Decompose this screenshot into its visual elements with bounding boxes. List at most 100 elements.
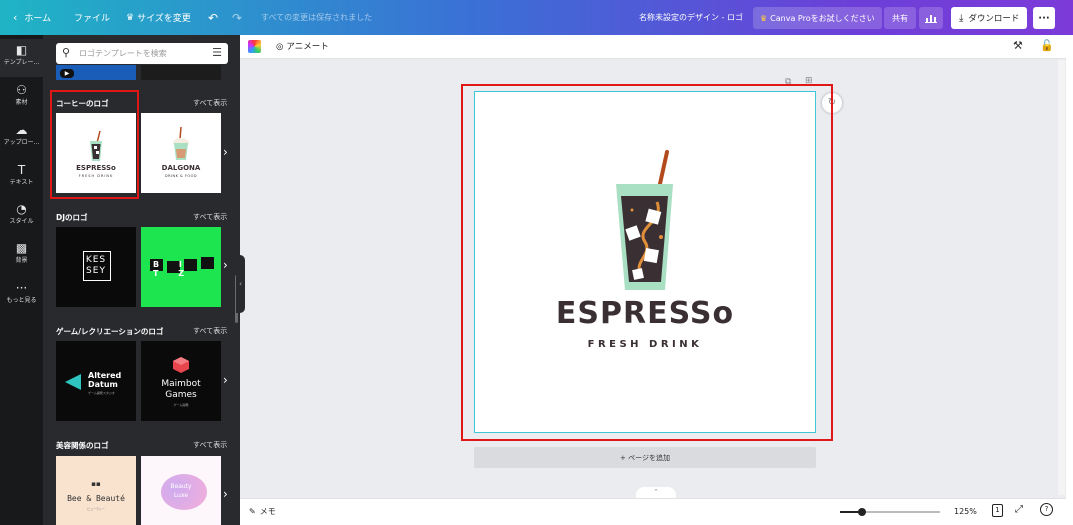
rail-label: もっと見る	[6, 297, 37, 304]
expand-pages-icon[interactable]: ⌃	[636, 487, 676, 498]
upload-icon: ☁	[15, 123, 28, 137]
rail-label: アップロー...	[3, 139, 40, 146]
add-page-button[interactable]: + ページを追加	[474, 447, 816, 468]
home-label: ホーム	[24, 14, 52, 24]
template-thumb-altered-datum[interactable]: Altered Datum ゲーム開発スタジオ	[56, 341, 136, 421]
rail-item-styles[interactable]: ◔ スタイル	[0, 198, 43, 236]
resize-label: サイズを変更	[137, 14, 191, 24]
altered-logo-icon	[65, 374, 81, 390]
see-all-link[interactable]: すべて表示	[193, 440, 227, 450]
rail-item-text[interactable]: T テキスト	[0, 159, 43, 197]
notes-button[interactable]: ✎ メモ	[249, 506, 276, 517]
chevron-right-icon[interactable]: ›	[223, 145, 228, 159]
file-menu[interactable]: ファイル	[74, 0, 110, 35]
share-button[interactable]: 共有	[884, 7, 916, 29]
thumb-title: Altered	[88, 371, 122, 380]
thumb-subtitle: Games	[165, 390, 197, 400]
rail-item-elements[interactable]: ⚇ 素材	[0, 79, 43, 117]
lock-icon[interactable]: 🔓	[1040, 39, 1054, 52]
thumb-title: KES	[85, 255, 107, 265]
section-title-game: ゲーム/レクリエーションのロゴ	[56, 327, 164, 336]
template-thumb-kessey[interactable]: KES SEY	[56, 227, 136, 307]
search-icon: ⚲	[62, 46, 71, 59]
bar-chart-icon-svg	[925, 15, 937, 23]
rail-item-uploads[interactable]: ☁ アップロー...	[0, 119, 43, 157]
bar-chart-icon[interactable]	[919, 7, 943, 29]
rail-item-templates[interactable]: ◧ テンプレー...	[0, 39, 43, 77]
zoom-level[interactable]: 125%	[954, 507, 977, 516]
template-thumb-bitz[interactable]: B I T Z	[141, 227, 221, 307]
save-status: すべての変更は保存されました	[261, 13, 373, 22]
search-placeholder: ロゴテンプレートを検索	[79, 49, 167, 58]
chevron-right-icon[interactable]: ›	[223, 373, 228, 387]
thumb-title: B I T Z	[153, 260, 193, 278]
undo-icon[interactable]: ↶	[208, 0, 218, 35]
animate-button[interactable]: ◎ アニメート	[276, 40, 329, 52]
filter-icon[interactable]: ☰	[212, 46, 222, 59]
chevron-right-icon[interactable]: ›	[223, 258, 228, 272]
section-title-dj: DJのロゴ	[56, 213, 88, 222]
see-all-link[interactable]: すべて表示	[193, 98, 227, 108]
elements-icon: ⚇	[16, 83, 27, 97]
side-rail: ◧ テンプレー... ⚇ 素材 ☁ アップロー... T テキスト ◔ スタイル…	[0, 35, 43, 525]
rail-item-more[interactable]: ··· もっと見る	[0, 277, 43, 315]
template-icon: ◧	[15, 43, 28, 57]
help-button[interactable]: ?	[1040, 503, 1053, 516]
crown-icon: ♛	[760, 13, 768, 23]
thumb-subtitle: SEY	[86, 266, 106, 276]
section-title-beauty: 美容関係のロゴ	[56, 441, 109, 450]
template-thumb-maimbot[interactable]: Maimbot Games ゲーム開発	[141, 341, 221, 421]
animate-icon: ◎	[276, 42, 284, 52]
palette-icon: ◔	[16, 202, 27, 216]
editor-toolbar: ◎ アニメート ⚒ 🔓	[240, 35, 1073, 59]
canvas-scrollbar[interactable]	[1058, 60, 1065, 495]
page-count[interactable]: 1	[992, 504, 1003, 517]
collapse-panel-handle[interactable]: ‹	[236, 255, 245, 313]
highlight-box	[461, 84, 833, 441]
try-pro-button[interactable]: ♛ Canva Proをお試しください	[753, 7, 882, 29]
thumb-subtitle: Datum	[88, 380, 118, 389]
share-label: 共有	[892, 13, 908, 23]
chevron-left-icon: ‹	[13, 11, 18, 24]
color-picker-icon[interactable]	[248, 40, 261, 53]
more-options-button[interactable]: ···	[1033, 7, 1055, 29]
top-bar: ‹ ホーム ファイル ♛ サイズを変更 ↶ ↷ すべての変更は保存されました 名…	[0, 0, 1073, 35]
design-title[interactable]: 名称未設定のデザイン - ロゴ	[639, 0, 743, 35]
dalgona-thumb-art	[173, 126, 189, 160]
template-thumb-dalgona[interactable]: DALGONA DRINK & FOOD	[141, 113, 221, 193]
rail-label: テキスト	[9, 179, 34, 186]
rail-label: テンプレー...	[3, 59, 40, 66]
template-thumb-partial[interactable]: ▶	[56, 65, 136, 80]
zoom-slider-thumb[interactable]	[858, 508, 866, 516]
search-input[interactable]: ⚲ ロゴテンプレートを検索 ☰	[56, 43, 228, 64]
thumb-title: Beauty	[170, 483, 192, 490]
see-all-link[interactable]: すべて表示	[193, 326, 227, 336]
see-all-link[interactable]: すべて表示	[193, 212, 227, 222]
thumb-caption: ゲーム開発スタジオ	[88, 391, 115, 395]
resize-button[interactable]: ♛ サイズを変更	[126, 0, 191, 35]
redo-icon[interactable]: ↷	[232, 0, 242, 35]
template-thumb-partial[interactable]	[141, 65, 221, 80]
maimbot-cube-icon	[173, 357, 189, 373]
fullscreen-icon[interactable]: ⤢	[1015, 504, 1023, 515]
rail-label: 背景	[15, 257, 28, 264]
download-button[interactable]: ⤓ ダウンロード	[951, 7, 1028, 29]
rail-label: スタイル	[9, 218, 34, 225]
text-icon: T	[17, 163, 26, 177]
paint-format-icon[interactable]: ⚒	[1013, 39, 1023, 52]
thumb-title: DALGONA	[161, 164, 201, 172]
animate-label: アニメート	[286, 42, 329, 52]
home-button[interactable]: ‹ ホーム	[13, 0, 51, 35]
canva-editor: ‹ ホーム ファイル ♛ サイズを変更 ↶ ↷ すべての変更は保存されました 名…	[0, 0, 1073, 525]
thumb-title: Bee & Beauté	[67, 494, 125, 503]
thumb-subtitle: ビューティー	[87, 507, 105, 511]
highlight-box	[50, 90, 139, 199]
bee-icon: ▪▪	[91, 480, 101, 488]
zoom-slider[interactable]	[840, 508, 940, 516]
chevron-right-icon[interactable]: ›	[223, 487, 228, 501]
rail-item-background[interactable]: ▩ 背景	[0, 237, 43, 275]
template-thumb-beauty[interactable]: Beauty Luxe	[141, 456, 221, 525]
template-thumb-bee-beaute[interactable]: ▪▪ Bee & Beauté ビューティー	[56, 456, 136, 525]
notes-icon: ✎	[249, 507, 256, 516]
download-icon: ⤓	[959, 12, 964, 24]
